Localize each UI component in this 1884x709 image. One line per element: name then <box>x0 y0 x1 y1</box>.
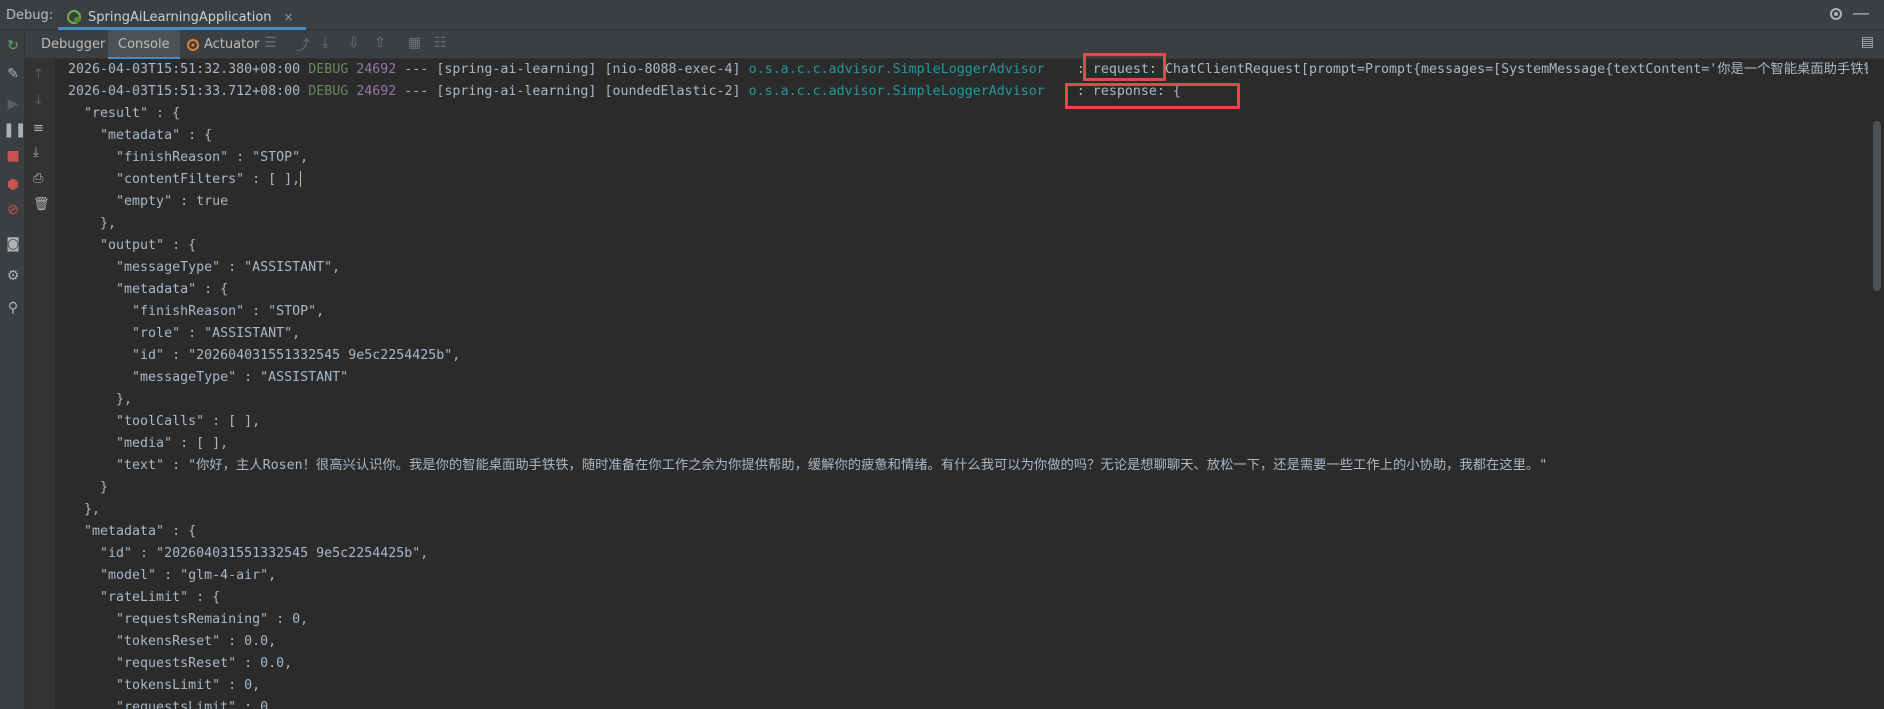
response-highlight-box <box>1065 83 1240 109</box>
print-icon[interactable]: ⎙ <box>33 171 43 186</box>
run-config-label: SpringAiLearningApplication <box>88 9 272 25</box>
log-separator: --- <box>404 84 429 99</box>
json-line: "model" : "glm-4-air", <box>68 568 277 583</box>
json-line: "toolCalls" : [ ], <box>68 414 261 429</box>
scroll-to-end-icon[interactable]: ⤓ <box>33 145 39 160</box>
log-thread: [oundedElastic-2] <box>604 84 741 99</box>
json-line: "id" : "202604031551332545 9e5c2254425b"… <box>68 348 461 363</box>
debug-actions-sidebar: ↻ ✎ ▶ ❚❚ ■ ● ⊘ ◙ ⚙ ⚲ <box>0 30 26 709</box>
log-pid: 24692 <box>356 84 397 99</box>
json-line: "messageType" : "ASSISTANT" <box>68 370 349 385</box>
tab-console-label: Console <box>118 37 170 52</box>
text-caret <box>300 171 302 187</box>
log-app: [spring-ai-learning] <box>436 84 597 99</box>
log-separator: --- <box>404 62 429 77</box>
minimize-icon[interactable]: — <box>1852 3 1870 24</box>
actuator-icon <box>187 38 199 51</box>
tab-debugger[interactable]: Debugger <box>33 30 113 59</box>
view-breakpoints-icon[interactable]: ● <box>3 176 23 192</box>
spring-boot-icon <box>67 10 81 24</box>
json-line: "result" : { <box>68 106 181 121</box>
json-line: "rateLimit" : { <box>68 590 221 605</box>
close-tab-icon[interactable]: × <box>284 10 294 24</box>
log-timestamp: 2026-04-03T15:51:33.712+08:00 <box>68 84 301 99</box>
json-line: }, <box>68 216 117 231</box>
json-line: "requestsReset" : 0.0, <box>68 656 293 671</box>
console-gutter: ↑ ↓ ≡ ⤓ ⎙ 🗑 <box>25 59 55 709</box>
console-scrollbar[interactable] <box>1868 59 1884 709</box>
request-highlight-box <box>1083 53 1166 81</box>
down-arrow-icon[interactable]: ↓ <box>33 93 44 108</box>
json-line: "empty" : true <box>68 194 229 209</box>
json-line: "finishReason" : "STOP", <box>68 150 309 165</box>
log-app: [spring-ai-learning] <box>436 62 597 77</box>
layout-settings-icon[interactable]: ▤ <box>1861 34 1874 50</box>
debug-label: Debug: <box>6 8 54 23</box>
step-out-icon[interactable]: ⇧ <box>374 35 386 51</box>
json-line: "text" : "你好，主人Rosen！很高兴认识你。我是你的智能桌面助手铁铁… <box>68 458 1548 473</box>
scrollbar-thumb[interactable] <box>1873 121 1881 291</box>
json-line: "metadata" : { <box>68 282 229 297</box>
json-line: "media" : [ ], <box>68 436 229 451</box>
resume-icon[interactable]: ▶ <box>3 96 23 112</box>
debug-title-bar: Debug: SpringAiLearningApplication × — <box>0 0 1884 30</box>
log-line-response: 2026-04-03T15:51:33.712+08:00 DEBUG 2469… <box>68 81 1181 103</box>
json-line: "finishReason" : "STOP", <box>68 304 325 319</box>
evaluate-expression-icon[interactable]: ▦ <box>408 35 421 51</box>
trace-icon[interactable]: ☷ <box>434 35 447 51</box>
tab-debugger-label: Debugger <box>41 37 106 52</box>
tab-actuator[interactable]: Actuator <box>180 30 266 59</box>
json-line: "contentFilters" : [ ], <box>68 171 302 187</box>
json-line: "id" : "202604031551332545 9e5c2254425b"… <box>68 546 429 561</box>
pin-icon[interactable]: ⚲ <box>3 300 23 316</box>
log-level: DEBUG <box>308 62 349 77</box>
tab-actuator-label: Actuator <box>204 37 260 52</box>
json-line: "metadata" : { <box>68 524 197 539</box>
json-line: "requestsRemaining" : 0, <box>68 612 309 627</box>
json-line: "requestsLimit" : 0, <box>68 700 277 709</box>
up-arrow-icon[interactable]: ↑ <box>33 67 44 82</box>
json-line: "role" : "ASSISTANT", <box>68 326 301 341</box>
menu-icon[interactable]: ☰ <box>264 35 277 51</box>
show-execution-point-icon[interactable]: ⤴ <box>296 35 310 55</box>
log-line-request: 2026-04-03T15:51:32.380+08:00 DEBUG 2469… <box>68 59 1868 81</box>
camera-icon[interactable]: ◙ <box>3 236 23 252</box>
json-line: "messageType" : "ASSISTANT", <box>68 260 341 275</box>
stop-icon[interactable]: ■ <box>3 148 23 164</box>
mute-breakpoints-icon[interactable]: ⊘ <box>3 202 23 218</box>
json-line: "tokensLimit" : 0, <box>68 678 261 693</box>
trash-icon[interactable]: 🗑 <box>33 197 50 212</box>
log-pid: 24692 <box>356 62 397 77</box>
console-output[interactable]: 2026-04-03T15:51:32.380+08:00 DEBUG 2469… <box>55 59 1868 709</box>
run-config-tab[interactable]: SpringAiLearningApplication × <box>58 4 306 30</box>
gear-icon[interactable] <box>1828 6 1844 22</box>
rerun-icon[interactable]: ↻ <box>3 38 23 54</box>
log-timestamp: 2026-04-03T15:51:32.380+08:00 <box>68 62 301 77</box>
step-over-icon[interactable]: ⤓ <box>322 35 328 51</box>
settings-icon[interactable]: ⚙ <box>3 268 23 284</box>
log-level: DEBUG <box>308 84 349 99</box>
log-thread: [nio-8088-exec-4] <box>604 62 741 77</box>
step-into-icon[interactable]: ⇩ <box>348 35 360 51</box>
json-line: "output" : { <box>68 238 197 253</box>
log-logger[interactable]: o.s.a.c.c.advisor.SimpleLoggerAdvisor <box>749 84 1045 99</box>
json-line: }, <box>68 392 133 407</box>
modify-config-icon[interactable]: ✎ <box>3 66 23 82</box>
pause-icon[interactable]: ❚❚ <box>3 122 26 138</box>
log-message-text: ChatClientRequest[prompt=Prompt{messages… <box>1164 62 1868 77</box>
json-line: "tokensReset" : 0.0, <box>68 634 277 649</box>
json-line: }, <box>68 502 101 517</box>
tab-console[interactable]: Console <box>108 30 180 59</box>
debug-toolbar: Debugger Console Actuator ☰ ⤴ ⤓ ⇩ ⇧ ▦ ☷ <box>0 30 1884 59</box>
soft-wrap-icon[interactable]: ≡ <box>33 121 44 136</box>
log-logger[interactable]: o.s.a.c.c.advisor.SimpleLoggerAdvisor <box>749 62 1045 77</box>
json-line: "metadata" : { <box>68 128 213 143</box>
json-line: } <box>68 480 109 495</box>
